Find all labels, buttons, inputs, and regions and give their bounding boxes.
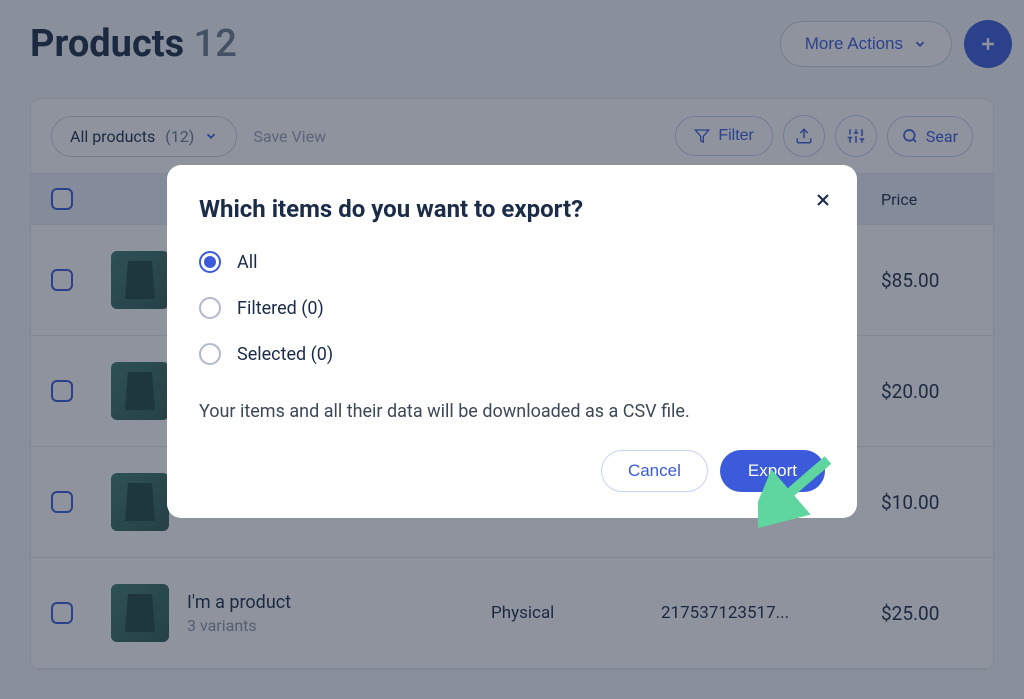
export-button[interactable]: Export: [720, 450, 825, 492]
radio-option-filtered[interactable]: Filtered (0): [199, 297, 825, 319]
radio-input[interactable]: [199, 343, 221, 365]
close-button[interactable]: [813, 187, 833, 217]
radio-option-all[interactable]: All: [199, 251, 825, 273]
modal-description: Your items and all their data will be do…: [199, 401, 825, 422]
radio-label: Selected (0): [237, 344, 333, 365]
close-icon: [813, 190, 833, 210]
cancel-button[interactable]: Cancel: [601, 450, 708, 492]
radio-label: Filtered (0): [237, 298, 324, 319]
modal-overlay[interactable]: Which items do you want to export? All F…: [0, 0, 1024, 699]
modal-title: Which items do you want to export?: [199, 195, 825, 223]
export-options: All Filtered (0) Selected (0): [199, 251, 825, 365]
export-modal: Which items do you want to export? All F…: [167, 165, 857, 518]
radio-label: All: [237, 252, 258, 273]
radio-option-selected[interactable]: Selected (0): [199, 343, 825, 365]
radio-input[interactable]: [199, 297, 221, 319]
modal-actions: Cancel Export: [199, 450, 825, 492]
radio-input[interactable]: [199, 251, 221, 273]
